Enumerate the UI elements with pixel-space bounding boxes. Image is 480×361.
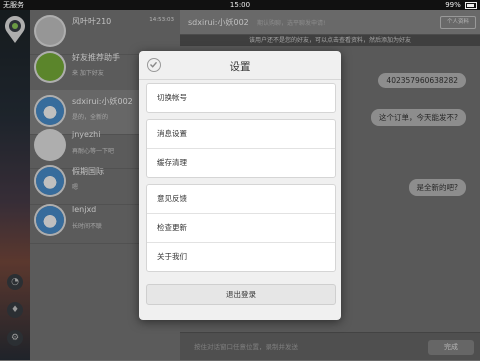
about-us-item[interactable]: 关于我们: [147, 243, 335, 271]
battery-icon: [465, 1, 477, 9]
battery-percent: 99%: [445, 1, 461, 9]
dialog-title: 设置: [229, 61, 251, 73]
settings-group-about: 意见反馈 检查更新 关于我们: [146, 184, 336, 272]
check-update-item[interactable]: 检查更新: [147, 214, 335, 242]
logout-button[interactable]: 退出登录: [146, 284, 336, 305]
divider: [139, 79, 341, 80]
clear-cache-item[interactable]: 缓存清理: [147, 149, 335, 177]
settings-dialog: 设置 切换帐号 消息设置 缓存清理 意见反馈 检查更新 关于我们 退出登录: [139, 51, 341, 320]
status-bar: 无服务 15:00 99%: [0, 0, 480, 10]
switch-account-item[interactable]: 切换帐号: [147, 84, 335, 112]
battery-indicator: 99%: [445, 0, 477, 10]
feedback-item[interactable]: 意见反馈: [147, 185, 335, 213]
status-time: 15:00: [229, 1, 251, 9]
settings-group-app: 消息设置 缓存清理: [146, 119, 336, 178]
settings-group-account: 切换帐号: [146, 83, 336, 113]
message-settings-item[interactable]: 消息设置: [147, 120, 335, 148]
